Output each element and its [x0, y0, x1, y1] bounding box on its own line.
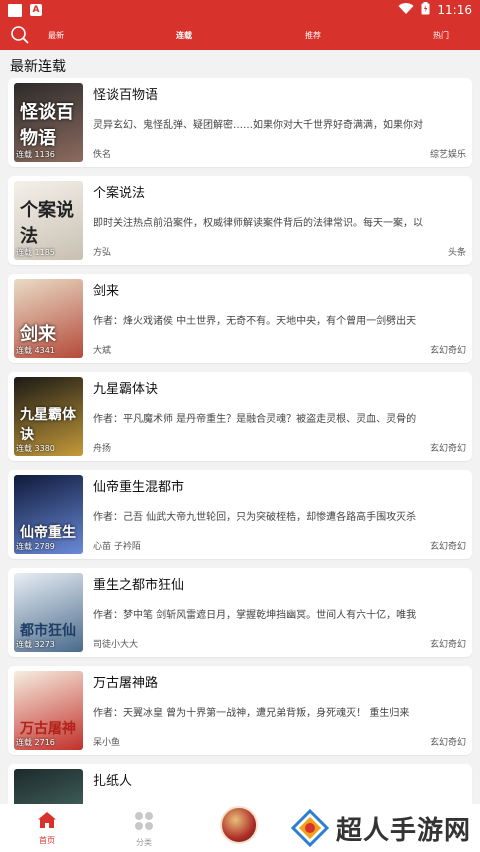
book-title: 扎纸人	[93, 774, 133, 789]
book-description: 即时关注热点前沿案件，权威律师解读案件背后的法律常识。每天一案，以	[93, 218, 423, 229]
cover-title: 都市狂仙	[20, 623, 76, 639]
book-card[interactable]: 个案说法 连载 1185 个案说法 即时关注热点前沿案件，权威律师解读案件背后的…	[8, 176, 472, 265]
book-cover: 万古屠神 连载 2716	[14, 671, 83, 750]
book-genre: 玄幻奇幻	[429, 444, 466, 454]
book-title: 九星霸体诀	[93, 382, 159, 397]
cover-title: 仙帝重生	[20, 525, 76, 541]
status-bar: A 11:16	[0, 0, 480, 20]
tab-hot[interactable]: 热门	[433, 30, 449, 41]
book-title: 个案说法	[93, 186, 146, 201]
book-title: 剑来	[93, 284, 120, 299]
book-genre: 玄幻奇幻	[429, 542, 466, 552]
book-author: 佚名	[93, 150, 112, 160]
chapter-count: 连载 1185	[16, 248, 55, 257]
book-card[interactable]: 仙帝重生 连载 2789 仙帝重生混都市 作者：己吾 仙武大帝九世轮回，只为突破…	[8, 470, 472, 559]
cover-title: 九星霸体诀	[20, 407, 76, 443]
book-genre: 玄幻奇幻	[429, 640, 466, 650]
featured-avatar[interactable]	[220, 806, 258, 844]
app-notification-icon: A	[30, 4, 42, 16]
book-author: 呆小鱼	[93, 738, 121, 748]
home-icon	[38, 812, 56, 828]
book-description: 作者：己吾 仙武大帝九世轮回，只为突破桎梏，却惨遭各路高手围攻灭杀	[93, 512, 417, 523]
book-author: 司徒小大大	[93, 640, 139, 650]
book-title: 仙帝重生混都市	[93, 480, 185, 495]
book-description: 作者：天翼冰皇 曾为十界第一战神，遭兄弟背叛，身死魂灭！ 重生归来	[93, 708, 410, 719]
battery-icon	[421, 2, 430, 18]
book-genre: 综艺娱乐	[429, 150, 466, 160]
status-time: 11:16	[437, 3, 472, 17]
book-card[interactable]: 怪谈百物语 连载 1136 怪谈百物语 灵异玄幻、鬼怪乱弹、疑团解密……如果你对…	[8, 78, 472, 167]
brand-logo-icon	[290, 808, 330, 848]
book-cover	[14, 769, 83, 809]
book-genre: 玄幻奇幻	[429, 346, 466, 356]
bottom-nav: 首页 分类 超人手游网	[0, 804, 480, 852]
book-card[interactable]: 都市狂仙 连载 3273 重生之都市狂仙 作者：梦中笔 剑斩风雷遮日月，掌握乾坤…	[8, 568, 472, 657]
search-icon	[11, 26, 29, 44]
book-author: 心苗 子衿陌	[93, 542, 141, 552]
book-cover: 仙帝重生 连载 2789	[14, 475, 83, 554]
search-button[interactable]	[0, 20, 40, 50]
chapter-count: 连载 2716	[16, 738, 55, 747]
wifi-icon	[398, 2, 414, 18]
book-description: 灵异玄幻、鬼怪乱弹、疑团解密……如果你对大千世界好奇满满，如果你对	[93, 120, 423, 131]
notification-icon	[8, 3, 22, 17]
book-description: 作者：平凡魔术师 是丹帝重生？是融合灵魂？被盗走灵根、灵血、灵骨的	[93, 414, 417, 425]
book-cover: 怪谈百物语 连载 1136	[14, 83, 83, 162]
tab-latest[interactable]: 最新	[48, 30, 64, 41]
book-genre: 玄幻奇幻	[429, 738, 466, 748]
cover-title: 万古屠神	[20, 721, 76, 737]
book-cover: 都市狂仙 连载 3273	[14, 573, 83, 652]
nav-home-label: 首页	[39, 836, 55, 845]
top-nav: 最新 连载 推荐 热门	[0, 20, 480, 50]
cover-title: 个案说法	[20, 200, 74, 247]
tab-serial[interactable]: 连载	[176, 30, 192, 41]
book-title: 重生之都市狂仙	[93, 578, 185, 593]
nav-category[interactable]: 分类	[119, 811, 169, 848]
chapter-count: 连载 3273	[16, 640, 55, 649]
brand-watermark: 超人手游网	[290, 808, 471, 848]
book-description: 作者：烽火戏诸侯 中土世界，无奇不有。天地中央，有个曾用一剑劈出天	[93, 316, 417, 327]
cover-title: 怪谈百物语	[20, 102, 74, 149]
book-cover: 个案说法 连载 1185	[14, 181, 83, 260]
book-card[interactable]: 万古屠神 连载 2716 万古屠神路 作者：天翼冰皇 曾为十界第一战神，遭兄弟背…	[8, 666, 472, 755]
section-title: 最新连载	[10, 59, 66, 75]
book-title: 万古屠神路	[93, 676, 159, 691]
book-cover: 九星霸体诀 连载 3380	[14, 377, 83, 456]
category-icon	[135, 812, 153, 830]
book-genre: 头条	[447, 248, 466, 258]
tab-recommend[interactable]: 推荐	[305, 30, 321, 41]
book-author: 大斌	[93, 346, 112, 356]
book-description: 作者：梦中笔 剑斩风雷遮日月，掌握乾坤挡幽冥。世间人有六十亿，唯我	[93, 610, 417, 621]
chapter-count: 连载 3380	[16, 444, 55, 453]
brand-name: 超人手游网	[336, 815, 472, 846]
book-card[interactable]: 剑来 连载 4341 剑来 作者：烽火戏诸侯 中土世界，无奇不有。天地中央，有个…	[8, 274, 472, 363]
nav-category-label: 分类	[136, 838, 152, 847]
chapter-count: 连载 4341	[16, 346, 55, 355]
nav-home[interactable]: 首页	[22, 811, 72, 846]
book-author: 方弘	[93, 248, 112, 258]
book-card[interactable]: 九星霸体诀 连载 3380 九星霸体诀 作者：平凡魔术师 是丹帝重生？是融合灵魂…	[8, 372, 472, 461]
book-author: 舟扬	[93, 444, 112, 454]
book-cover: 剑来 连载 4341	[14, 279, 83, 358]
book-title: 怪谈百物语	[93, 88, 159, 103]
chapter-count: 连载 1136	[16, 150, 55, 159]
book-card[interactable]: 扎纸人	[8, 764, 472, 809]
chapter-count: 连载 2789	[16, 542, 55, 551]
cover-title: 剑来	[20, 324, 56, 345]
